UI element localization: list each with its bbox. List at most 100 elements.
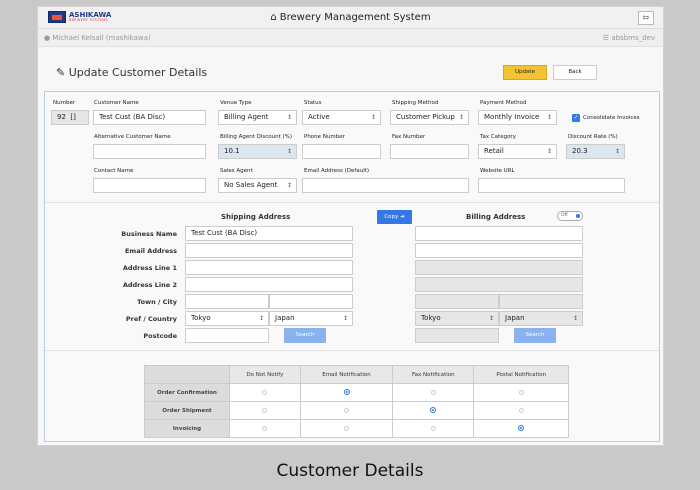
divider <box>45 202 659 203</box>
tax-category-select[interactable]: Retail <box>478 144 557 159</box>
shipping-search-button[interactable]: Search <box>284 328 326 343</box>
venue-type-select[interactable]: Billing Agent <box>218 110 297 125</box>
radio-order-confirmation-fax[interactable] <box>430 389 436 395</box>
billing-line2-input <box>415 277 583 292</box>
shipping-town-input[interactable] <box>185 294 269 309</box>
contact-name-label: Contact Name <box>94 168 134 174</box>
shipping-address-title: Shipping Address <box>221 213 291 221</box>
ba-discount-label: Billing Agent Discount (%) <box>220 134 293 140</box>
database-icon: ☰ <box>602 34 610 42</box>
user-name: Michael Kelsall (mashikawa) <box>52 34 151 42</box>
home-icon[interactable]: ⌂ <box>270 12 276 23</box>
ba-discount-stepper[interactable]: 10.1 <box>218 144 297 159</box>
shipping-city-input[interactable] <box>269 294 353 309</box>
radio-invoicing-fax[interactable] <box>430 425 436 431</box>
notification-grid: Do Not Notify Email Notification Fax Not… <box>144 365 569 438</box>
address-email-label: Email Address <box>124 247 177 255</box>
app-title-text: Brewery Management System <box>279 12 431 23</box>
user-info: ● Michael Kelsall (mashikawa) <box>44 34 151 42</box>
customer-name-input[interactable]: Test Cust (BA Disc) <box>93 110 206 125</box>
contact-name-input[interactable] <box>93 178 206 193</box>
number-field: 92 [] <box>51 110 89 125</box>
radio-order-confirmation-email[interactable] <box>343 389 350 396</box>
venue-type-label: Venue Type <box>220 100 252 106</box>
page-title: ✎ Update Customer Details <box>56 66 207 79</box>
billing-search-button[interactable]: Search <box>514 328 556 343</box>
number-label: Number <box>53 100 76 106</box>
radio-order-confirmation-postal[interactable] <box>518 389 524 395</box>
number-flag: [] <box>70 113 76 121</box>
row-label-invoicing: Invoicing <box>144 419 230 438</box>
fax-input[interactable] <box>390 144 469 159</box>
radio-order-shipment-fax[interactable] <box>430 407 437 414</box>
phone-label: Phone Number <box>304 134 345 140</box>
divider <box>45 350 659 351</box>
town-city-label: Town / City <box>137 298 177 306</box>
status-select[interactable]: Active <box>302 110 381 125</box>
shipping-postcode-input[interactable] <box>185 328 269 343</box>
shipping-pref-select[interactable]: Tokyo <box>185 311 269 326</box>
alt-name-input[interactable] <box>93 144 206 159</box>
database-info: ☰ absbms_dev <box>603 34 655 42</box>
billing-toggle[interactable]: Off <box>557 211 583 221</box>
customer-name-label: Customer Name <box>94 100 139 106</box>
radio-invoicing-email[interactable] <box>344 425 349 431</box>
row-label-order-confirmation: Order Confirmation <box>144 383 230 402</box>
col-postal-notification: Postal Notification <box>473 365 569 384</box>
row-label-order-shipment: Order Shipment <box>144 401 230 420</box>
update-button[interactable]: Update <box>503 65 547 80</box>
top-bar: ASHIKAWA BREWERY SYSTEMS ⌂ Brewery Manage… <box>38 7 663 29</box>
shipping-line1-input[interactable] <box>185 260 353 275</box>
shipping-method-select[interactable]: Customer Pickup <box>390 110 469 125</box>
caption: Customer Details <box>276 461 424 481</box>
grid-corner <box>144 365 230 384</box>
status-label: Status <box>304 100 322 106</box>
copy-button[interactable]: Copy ➜ <box>377 210 412 224</box>
website-input[interactable] <box>478 178 625 193</box>
discount-rate-stepper[interactable]: 20.3 <box>566 144 625 159</box>
shipping-country-select[interactable]: Japan <box>269 311 353 326</box>
billing-line1-input <box>415 260 583 275</box>
sales-agent-label: Sales Agent <box>220 168 253 174</box>
table-row: Order Shipment <box>144 401 569 420</box>
shipping-line2-input[interactable] <box>185 277 353 292</box>
col-do-not-notify: Do Not Notify <box>229 365 301 384</box>
shipping-email-input[interactable] <box>185 243 353 258</box>
consolidate-invoices-checkbox[interactable]: ✓ <box>572 114 580 122</box>
radio-order-shipment-do-not-notify[interactable] <box>262 407 268 413</box>
logout-icon[interactable]: ⇰ <box>638 11 654 25</box>
database-name: absbms_dev <box>611 34 655 42</box>
app-window: ASHIKAWA BREWERY SYSTEMS ⌂ Brewery Manage… <box>37 6 664 446</box>
col-fax-notification: Fax Notification <box>392 365 475 384</box>
alt-name-label: Alternative Customer Name <box>94 134 171 140</box>
sales-agent-select[interactable]: No Sales Agent <box>218 178 297 193</box>
shipping-method-label: Shipping Method <box>392 100 439 106</box>
back-button[interactable]: Back <box>553 65 597 80</box>
arrow-right-icon: ➜ <box>400 214 405 220</box>
table-row: Order Confirmation <box>144 383 569 402</box>
number-value: 92 <box>57 113 66 121</box>
radio-invoicing-postal[interactable] <box>518 425 525 432</box>
payment-method-label: Payment Method <box>480 100 527 106</box>
radio-order-shipment-postal[interactable] <box>518 407 524 413</box>
pref-country-label: Pref / Country <box>125 315 177 323</box>
radio-order-shipment-email[interactable] <box>344 407 349 413</box>
fax-label: Fax Number <box>392 134 426 140</box>
billing-pref-select: Tokyo <box>415 311 499 326</box>
website-label: Website URL <box>480 168 515 174</box>
email-input[interactable] <box>302 178 469 193</box>
tax-category-label: Tax Category <box>480 134 516 140</box>
billing-email-input[interactable] <box>415 243 583 258</box>
email-label: Email Address (Default) <box>304 168 370 174</box>
phone-input[interactable] <box>302 144 381 159</box>
shipping-business-name-input[interactable]: Test Cust (BA Disc) <box>185 226 353 241</box>
billing-toggle-label: Off <box>561 213 568 218</box>
toggle-knob <box>576 214 580 218</box>
address-line1-label: Address Line 1 <box>122 264 177 272</box>
radio-invoicing-do-not-notify[interactable] <box>262 425 268 431</box>
billing-postcode-input <box>415 328 499 343</box>
discount-rate-label: Discount Rate (%) <box>568 134 618 140</box>
payment-method-select[interactable]: Monthly Invoice <box>478 110 557 125</box>
radio-order-confirmation-do-not-notify[interactable] <box>262 389 268 395</box>
billing-business-name-input[interactable] <box>415 226 583 241</box>
